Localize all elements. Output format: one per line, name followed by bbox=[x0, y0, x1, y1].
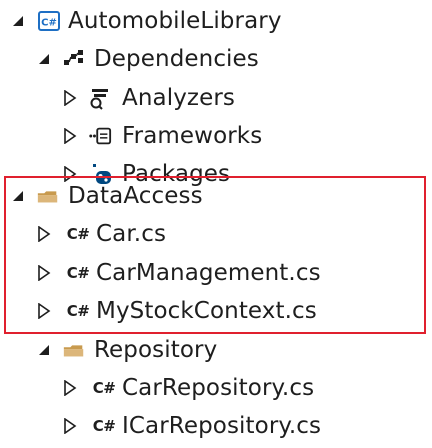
collapsed-arrow-icon[interactable] bbox=[62, 128, 78, 144]
folder-icon bbox=[62, 338, 86, 362]
tree-node-label: Analyzers bbox=[122, 85, 235, 111]
expanded-arrow-icon[interactable] bbox=[36, 342, 52, 358]
collapsed-arrow-icon[interactable] bbox=[62, 90, 78, 106]
analyzer-icon bbox=[88, 86, 112, 110]
solution-explorer-tree: C# AutomobileLibrary Dependencies Analyz… bbox=[0, 0, 432, 448]
csharp-file-icon: C# bbox=[92, 379, 116, 397]
tree-node-repository[interactable]: Repository bbox=[0, 331, 432, 369]
collapsed-arrow-icon[interactable] bbox=[62, 380, 78, 396]
tree-node-frameworks[interactable]: Frameworks bbox=[0, 117, 432, 155]
tree-node-automobilelibrary[interactable]: C# AutomobileLibrary bbox=[0, 2, 432, 40]
tree-node-label: AutomobileLibrary bbox=[68, 8, 282, 34]
svg-text:C#: C# bbox=[41, 18, 57, 29]
tree-node-carrepository-cs[interactable]: C# CarRepository.cs bbox=[0, 369, 432, 407]
framework-icon bbox=[88, 124, 112, 148]
collapsed-arrow-icon[interactable] bbox=[62, 418, 78, 434]
tree-node-label: ICarRepository.cs bbox=[122, 413, 322, 439]
tree-node-analyzers[interactable]: Analyzers bbox=[0, 79, 432, 117]
expanded-arrow-icon[interactable] bbox=[36, 51, 52, 67]
highlight-box bbox=[4, 176, 426, 334]
tree-node-label: CarRepository.cs bbox=[122, 375, 315, 401]
dependencies-icon bbox=[62, 47, 86, 71]
csharp-project-icon: C# bbox=[37, 9, 61, 33]
tree-node-label: Frameworks bbox=[122, 123, 263, 149]
tree-node-label: Dependencies bbox=[94, 46, 259, 72]
tree-node-icarrepository-cs[interactable]: C# ICarRepository.cs bbox=[0, 407, 432, 445]
tree-node-label: Repository bbox=[94, 337, 218, 363]
csharp-file-icon: C# bbox=[92, 417, 116, 435]
tree-node-dependencies[interactable]: Dependencies bbox=[0, 40, 432, 78]
expanded-arrow-icon[interactable] bbox=[10, 13, 26, 29]
